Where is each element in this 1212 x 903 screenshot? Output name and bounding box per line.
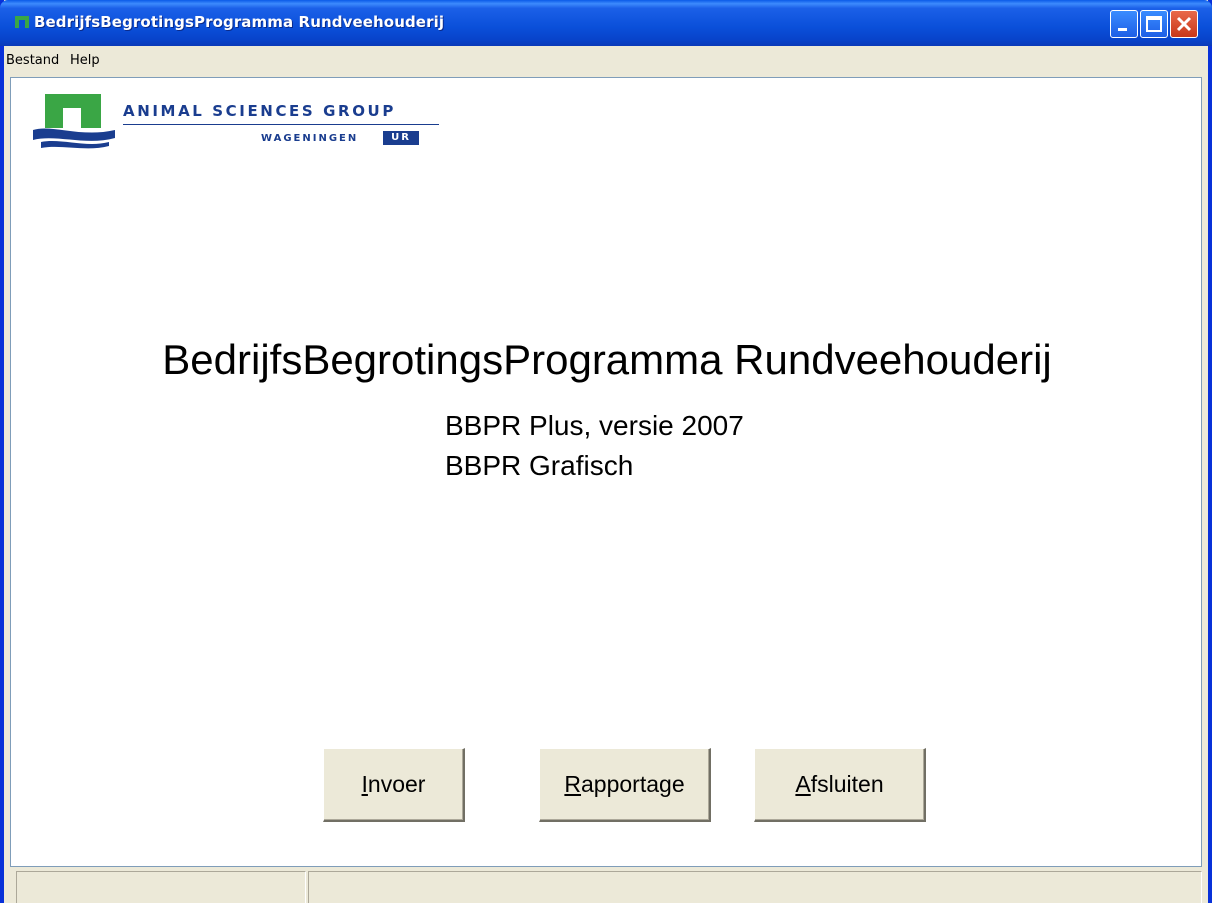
invoer-label: nvoer [367,771,426,797]
logo-line-2: WAGENINGEN [261,133,359,144]
main-panel: ANIMAL SCIENCES GROUP WAGENINGEN UR Bedr… [10,77,1202,867]
rapportage-mnemonic: R [564,771,582,797]
minimize-button[interactable] [1110,10,1138,38]
logo-divider [123,124,439,125]
afsluiten-label: fsluiten [810,771,884,797]
menu-bestand[interactable]: Bestand [6,53,59,68]
animal-sciences-group-logo: ANIMAL SCIENCES GROUP WAGENINGEN UR [31,88,439,160]
program-title: BedrijfsBegrotingsProgramma Rundveehoude… [162,336,1052,383]
wageningen-logo-icon [33,94,115,149]
logo-ur-badge: UR [383,131,419,145]
afsluiten-mnemonic: A [795,771,811,797]
invoer-button[interactable]: Invoer [323,748,465,822]
version-label: BBPR Plus, versie 2007 [445,410,744,441]
status-pane-2 [308,871,1202,903]
menu-bar: Bestand Help [4,46,1208,76]
minimize-icon [1118,28,1127,31]
status-bar [10,868,1202,903]
menu-help[interactable]: Help [70,53,100,68]
variant-label: BBPR Grafisch [445,450,634,481]
maximize-icon [1146,16,1162,32]
logo-line-1: ANIMAL SCIENCES GROUP [123,102,396,120]
status-pane-1 [16,871,306,903]
rapportage-button[interactable]: Rapportage [539,748,711,822]
close-button[interactable] [1170,10,1198,38]
window-title: BedrijfsBegrotingsProgramma Rundveehoude… [34,13,445,31]
rapportage-label: apportage [581,771,685,797]
title-bar[interactable]: BedrijfsBegrotingsProgramma Rundveehoude… [0,0,1212,46]
app-icon [15,16,29,28]
app-window: BedrijfsBegrotingsProgramma Rundveehoude… [0,0,1212,903]
maximize-button[interactable] [1140,10,1168,38]
close-icon [1176,16,1192,32]
afsluiten-button[interactable]: Afsluiten [754,748,926,822]
